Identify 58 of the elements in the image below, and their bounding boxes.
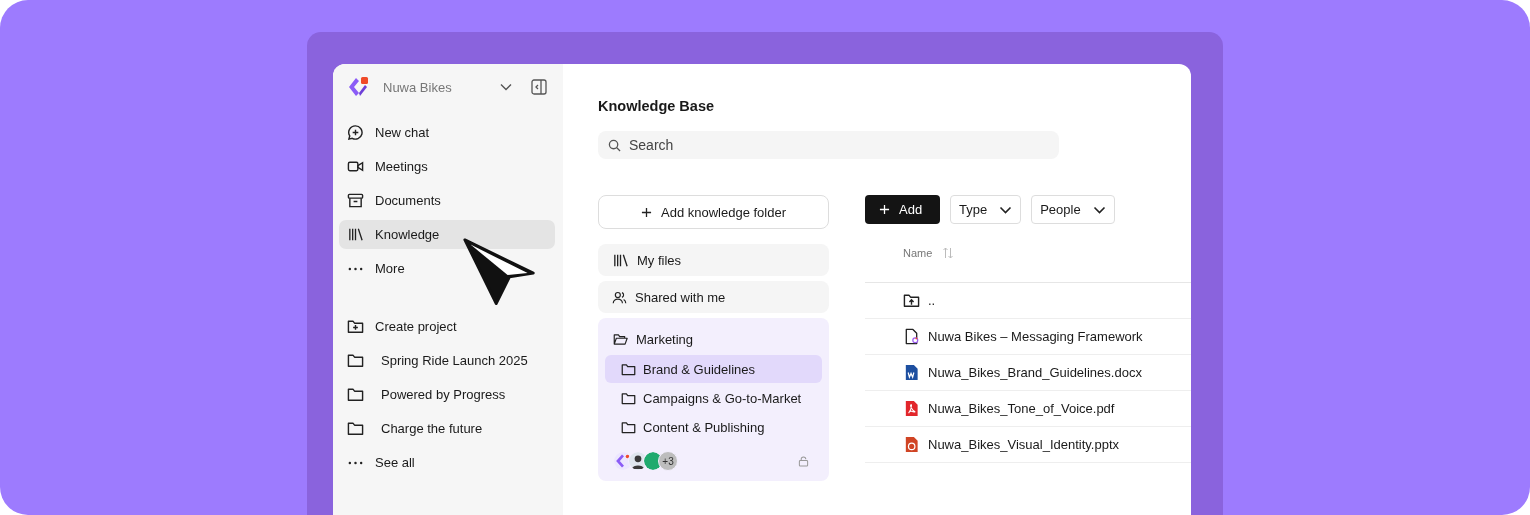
pdf-document-icon (903, 400, 920, 417)
nav-item[interactable]: More (339, 254, 555, 283)
nav-item[interactable]: New chat (339, 118, 555, 147)
column-header[interactable]: Name (903, 247, 933, 259)
search-field[interactable]: Search (598, 131, 1059, 159)
create-project-item[interactable]: Create project (339, 312, 555, 341)
member-count: +3 (658, 451, 678, 471)
add-folder-button[interactable]: Add knowledge folder (598, 195, 829, 229)
page-title: Knowledge Base (598, 97, 716, 116)
nav-item[interactable]: Knowledge (339, 220, 555, 249)
word-document-icon (903, 364, 920, 381)
file-name[interactable]: .. (928, 293, 936, 308)
see-all-item[interactable]: See all (339, 448, 555, 477)
library-icon (347, 226, 364, 243)
folder-icon (621, 361, 636, 377)
chat-plus-icon (347, 124, 364, 141)
plus-icon (879, 204, 890, 215)
plus-icon (641, 206, 652, 218)
presentation-document-icon (903, 436, 920, 453)
folder-plus-icon (347, 318, 364, 335)
project-item[interactable]: Spring Ride Launch 2025 (339, 346, 555, 375)
folder-icon (621, 390, 636, 406)
people-icon (612, 289, 627, 305)
document-icon (903, 328, 920, 345)
source-item[interactable]: Shared with me (598, 281, 829, 313)
filter-dropdown[interactable]: People (1031, 195, 1115, 224)
nav-item[interactable]: Documents (339, 186, 555, 215)
chevron-down-icon[interactable] (500, 83, 512, 91)
nav-item[interactable]: Meetings (339, 152, 555, 181)
subfolder-item[interactable]: Campaigns & Go-to-Market (605, 384, 822, 412)
subfolder-item[interactable]: Content & Publishing (605, 413, 822, 441)
folder-item[interactable]: Marketing (605, 324, 822, 354)
file-name[interactable]: Nuwa Bikes – Messaging Framework (928, 329, 1143, 344)
workspace-name[interactable]: Nuwa Bikes (383, 79, 500, 95)
lock-icon (798, 455, 809, 467)
source-item[interactable]: My files (598, 244, 829, 276)
chevron-down-icon (999, 205, 1013, 214)
folder-up-icon (903, 292, 920, 309)
open-folder-icon (613, 331, 628, 347)
folder-icon (347, 352, 364, 369)
file-name[interactable]: Nuwa_Bikes_Brand_Guidelines.docx (928, 365, 1142, 380)
project-item[interactable]: Powered by Progress (339, 380, 555, 409)
folder-icon (621, 419, 636, 435)
folder-icon (347, 386, 364, 403)
more-icon (347, 266, 364, 271)
add-button[interactable]: Add (865, 195, 940, 224)
file-name[interactable]: Nuwa_Bikes_Tone_of_Voice.pdf (928, 401, 1115, 416)
search-icon (608, 139, 621, 152)
project-item[interactable]: Charge the future (339, 414, 555, 443)
filter-dropdown[interactable]: Type (950, 195, 1022, 224)
more-icon (347, 460, 364, 465)
folder-icon (347, 420, 364, 437)
subfolder-item[interactable]: Brand & Guidelines (605, 355, 822, 383)
logo-icon (347, 76, 369, 98)
chevron-down-icon (1092, 205, 1106, 214)
file-name[interactable]: Nuwa_Bikes_Visual_Identity.pptx (928, 437, 1120, 452)
collapse-sidebar-icon[interactable] (531, 79, 547, 95)
archive-box-icon (347, 192, 364, 209)
